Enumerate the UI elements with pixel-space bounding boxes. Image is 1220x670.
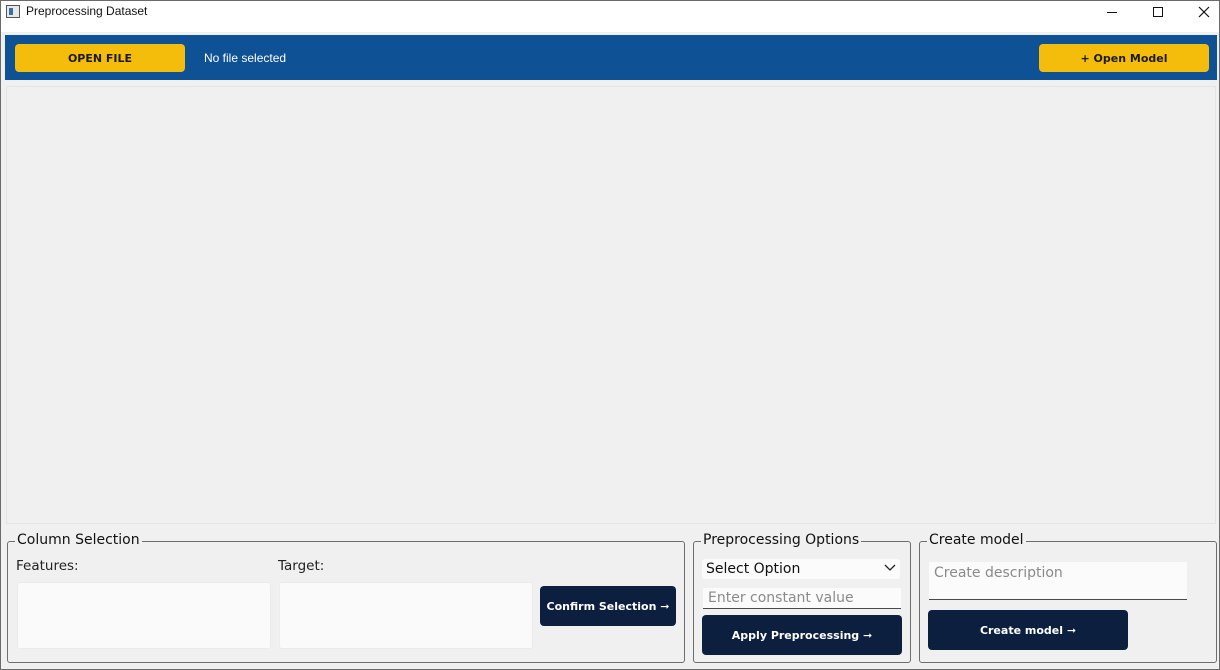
target-listbox[interactable] bbox=[279, 582, 533, 649]
column-selection-title: Column Selection bbox=[15, 531, 142, 549]
create-model-title: Create model bbox=[927, 531, 1026, 549]
column-selection-group: Column Selection Features: Target: Confi… bbox=[7, 531, 685, 663]
open-model-button[interactable]: + Open Model bbox=[1039, 44, 1209, 72]
close-button[interactable] bbox=[1181, 1, 1220, 23]
apply-preprocessing-button[interactable]: Apply Preprocessing ➞ bbox=[702, 615, 902, 655]
file-status-label: No file selected bbox=[204, 51, 287, 65]
target-label: Target: bbox=[278, 558, 325, 574]
app-window-icon bbox=[6, 5, 20, 18]
minimize-icon bbox=[1107, 11, 1117, 13]
description-input[interactable]: Create description bbox=[929, 562, 1187, 600]
minimize-button[interactable] bbox=[1089, 1, 1135, 23]
create-model-group: Create model Create description Create m… bbox=[919, 531, 1217, 663]
title-bar: Preprocessing Dataset bbox=[1, 1, 1219, 32]
top-toolbar: OPEN FILE No file selected + Open Model bbox=[5, 35, 1217, 80]
preprocessing-options-group: Preprocessing Options Select Option Ente… bbox=[693, 531, 911, 663]
description-placeholder: Create description bbox=[934, 565, 1063, 581]
preprocessing-options-title: Preprocessing Options bbox=[701, 531, 862, 549]
dataset-view[interactable] bbox=[6, 86, 1216, 524]
window-title: Preprocessing Dataset bbox=[26, 4, 148, 18]
maximize-icon bbox=[1153, 7, 1163, 17]
features-listbox[interactable] bbox=[17, 582, 271, 649]
maximize-button[interactable] bbox=[1135, 1, 1181, 23]
preprocessing-select-value: Select Option bbox=[706, 561, 801, 577]
create-model-button[interactable]: Create model ➞ bbox=[928, 610, 1128, 650]
preprocessing-select[interactable]: Select Option bbox=[702, 559, 900, 579]
chevron-down-icon bbox=[884, 564, 896, 571]
close-icon bbox=[1198, 6, 1210, 18]
features-label: Features: bbox=[16, 558, 79, 574]
constant-value-input[interactable]: Enter constant value bbox=[703, 588, 901, 609]
constant-value-placeholder: Enter constant value bbox=[708, 590, 854, 606]
open-file-button[interactable]: OPEN FILE bbox=[15, 44, 185, 72]
app-window: Preprocessing Dataset OPEN FILE No file … bbox=[0, 0, 1220, 670]
confirm-selection-button[interactable]: Confirm Selection ➞ bbox=[540, 586, 676, 626]
